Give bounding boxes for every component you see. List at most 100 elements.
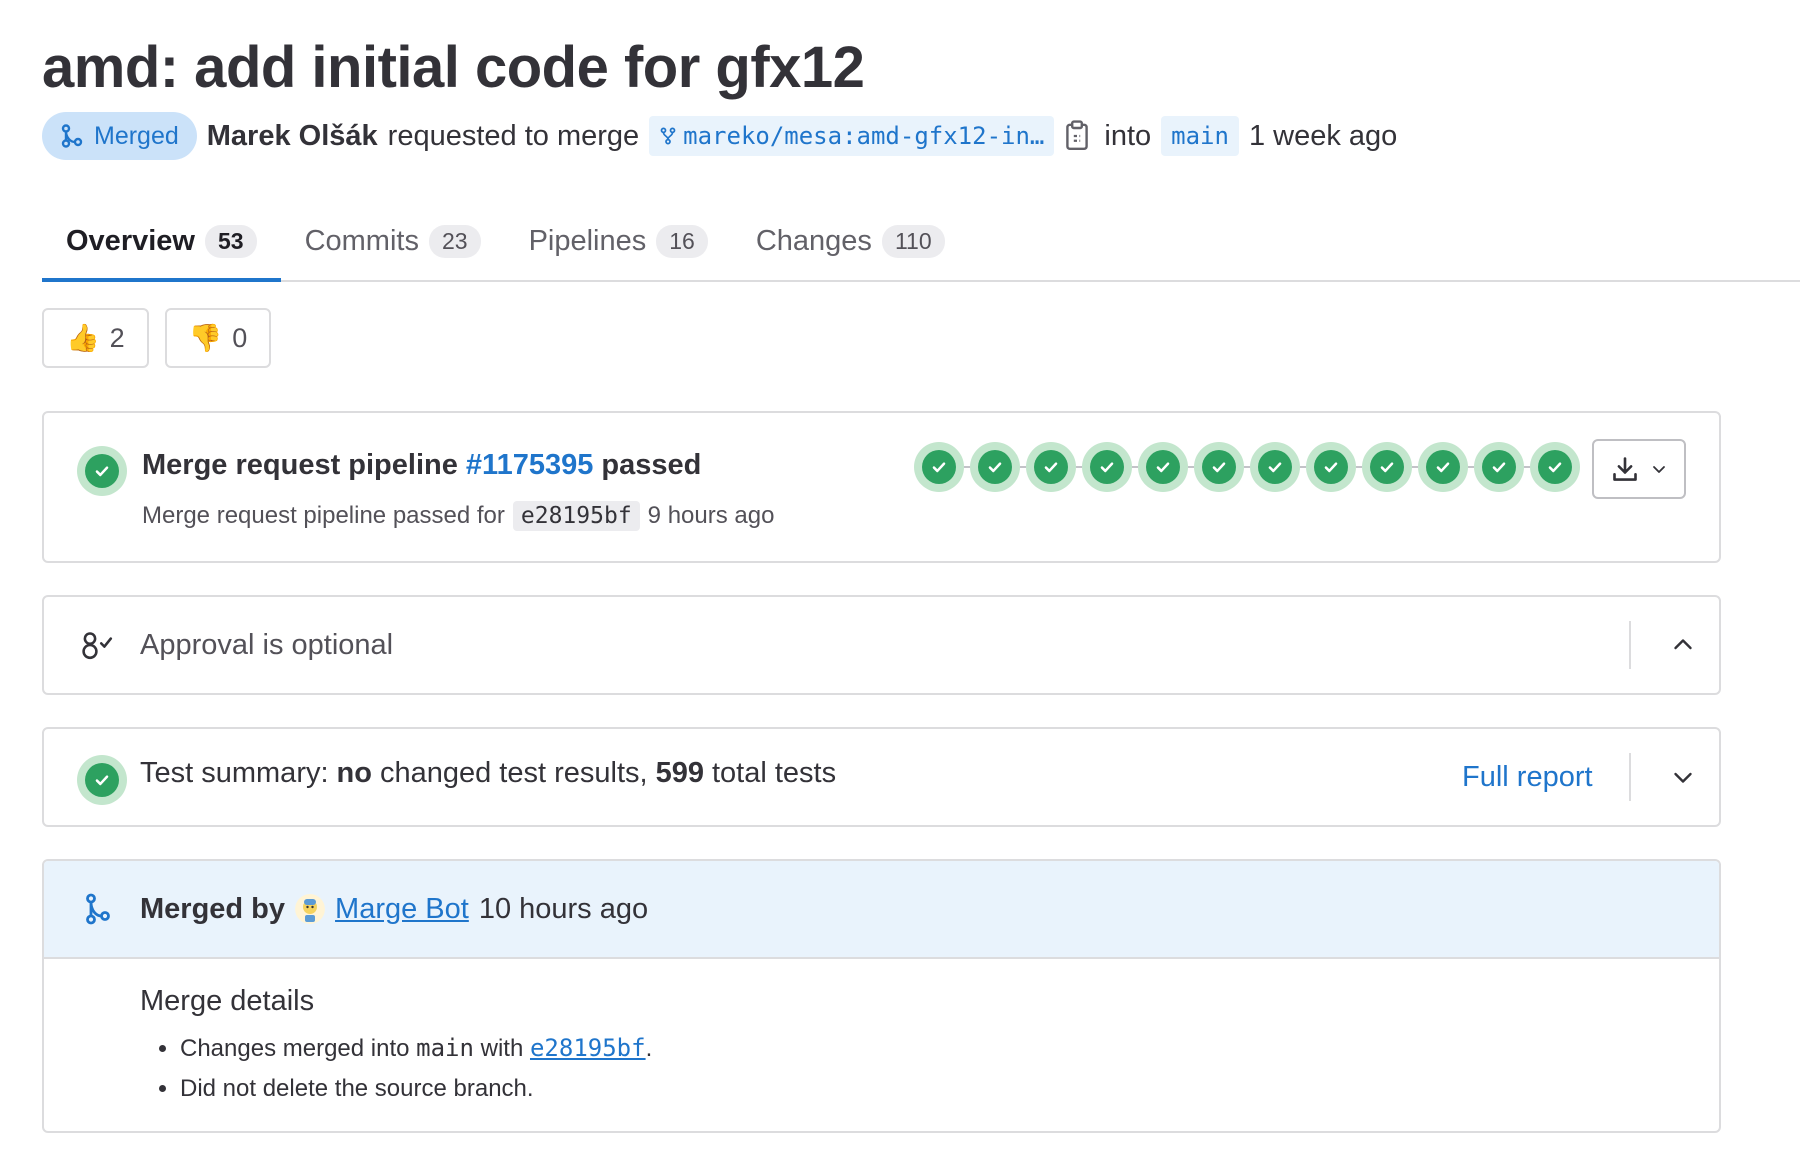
merge-details: Merge details Changes merged into main w…	[140, 985, 652, 1109]
chevron-down-icon	[1653, 466, 1665, 473]
pipeline-status-text: passed	[601, 449, 702, 481]
pipeline-stage-status[interactable]	[1194, 442, 1244, 492]
tab-commits[interactable]: Commits 23	[281, 204, 505, 278]
status-label: Merged	[94, 121, 179, 150]
status-badge: Merged	[42, 112, 197, 160]
clipboard-icon	[1066, 120, 1089, 150]
merged-header: Merged by Marge Bot 10 hours ago	[44, 861, 1719, 959]
source-branch-label: mareko/mesa:amd-gfx12-in…	[683, 122, 1045, 150]
check-icon	[1268, 462, 1282, 473]
tab-label: Pipelines	[528, 224, 647, 257]
avatar[interactable]	[295, 894, 326, 924]
detail-target-branch: main	[416, 1034, 474, 1062]
check-icon	[1324, 462, 1338, 473]
expand-button[interactable]	[1657, 751, 1709, 803]
thumbs-down-count: 0	[232, 322, 248, 353]
pipeline-id-link[interactable]: #1175395	[466, 449, 593, 481]
tab-label: Overview	[66, 224, 195, 257]
mr-time: 1 week ago	[1248, 119, 1398, 152]
merge-details-list: Changes merged into main with e28195bf. …	[140, 1028, 652, 1109]
approval-user-icon	[82, 632, 113, 660]
mr-meta: Merged Marek Olšák requested to merge ma…	[42, 112, 1397, 160]
full-report-link[interactable]: Full report	[1462, 729, 1593, 825]
test-summary-suffix: total tests	[711, 756, 837, 789]
source-branch[interactable]: mareko/mesa:amd-gfx12-in…	[649, 116, 1055, 156]
detail-line1-end: .	[645, 1035, 653, 1062]
artifacts-download-button[interactable]	[1592, 439, 1686, 499]
check-icon	[95, 466, 109, 477]
test-summary-widget: Test summary: no changed test results, 5…	[42, 727, 1721, 827]
mr-tabs: Overview 53 Commits 23 Pipelines 16 Chan…	[42, 204, 1800, 282]
pipeline-stage-status[interactable]	[1418, 442, 1468, 492]
test-summary-prefix: Test summary:	[140, 756, 329, 789]
pipeline-subtitle: Merge request pipeline passed for e28195…	[142, 501, 774, 531]
pipeline-stage-status[interactable]	[1306, 442, 1356, 492]
check-icon	[1492, 462, 1506, 473]
pipeline-stage-status[interactable]	[1082, 442, 1132, 492]
into-text: into	[1104, 119, 1152, 152]
pipeline-stage-status[interactable]	[1362, 442, 1412, 492]
copy-branch-button[interactable]	[1064, 118, 1094, 154]
tab-overview[interactable]: Overview 53	[42, 204, 281, 282]
pipeline-stage-status[interactable]	[1530, 442, 1580, 492]
tab-count: 53	[204, 224, 257, 258]
test-total-count: 599	[655, 756, 704, 789]
check-icon	[1044, 462, 1058, 473]
check-icon	[1212, 462, 1226, 473]
download-icon	[1613, 457, 1637, 481]
check-icon	[1100, 462, 1114, 473]
thumbs-up-count: 2	[109, 322, 125, 353]
merged-commit-link[interactable]: e28195bf	[530, 1034, 646, 1062]
check-icon	[95, 775, 109, 786]
detail-line1-with: with	[480, 1035, 524, 1062]
merged-widget: Merged by Marge Bot 10 hours ago Merge d…	[42, 859, 1721, 1133]
check-icon	[988, 462, 1002, 473]
tab-pipelines[interactable]: Pipelines 16	[505, 204, 732, 278]
test-changed-count: no	[336, 756, 372, 789]
pipeline-time: 9 hours ago	[647, 502, 775, 529]
thumbs-down-button[interactable]: 👎 0	[164, 308, 272, 368]
merge-request-page: amd: add initial code for gfx12 Merged M…	[0, 0, 1800, 1150]
pipeline-stage-status[interactable]	[914, 442, 964, 492]
check-icon	[1380, 462, 1394, 473]
merged-time: 10 hours ago	[478, 892, 649, 925]
approval-widget: Approval is optional	[42, 595, 1721, 695]
tab-label: Commits	[304, 224, 419, 257]
check-icon	[1548, 462, 1562, 473]
list-item: Changes merged into main with e28195bf.	[180, 1028, 652, 1069]
detail-line2: Did not delete the source branch.	[180, 1075, 534, 1102]
pipeline-stages	[914, 442, 1580, 492]
merge-icon	[86, 893, 110, 925]
tab-count: 110	[881, 224, 945, 258]
check-icon	[1156, 462, 1170, 473]
pipeline-subtitle-text: Merge request pipeline passed for	[142, 502, 505, 529]
pipeline-stage-status[interactable]	[1026, 442, 1076, 492]
thumbs-up-icon: 👍	[66, 323, 100, 353]
test-status-icon	[77, 755, 127, 805]
collapse-button[interactable]	[1657, 619, 1709, 671]
pipeline-widget: Merge request pipeline #1175395 passed M…	[42, 411, 1721, 563]
test-summary-middle: changed test results,	[379, 756, 648, 789]
list-item: Did not delete the source branch.	[180, 1069, 652, 1109]
pipeline-stage-status[interactable]	[1250, 442, 1300, 492]
pipeline-stage-status[interactable]	[1474, 442, 1524, 492]
thumbs-up-button[interactable]: 👍 2	[42, 308, 149, 368]
reactions: 👍 2 👎 0	[42, 308, 272, 368]
requested-text: requested to merge	[387, 119, 640, 152]
merged-by-user-link[interactable]: Marge Bot	[335, 893, 469, 926]
test-summary-text: Test summary: no changed test results, 5…	[140, 725, 836, 821]
merged-by-label: Merged by	[140, 892, 286, 925]
target-branch[interactable]: main	[1161, 116, 1239, 156]
check-icon	[1436, 462, 1450, 473]
pipeline-stage-status[interactable]	[970, 442, 1020, 492]
detail-line1-prefix: Changes merged into	[180, 1035, 410, 1062]
check-icon	[932, 462, 946, 473]
approval-text: Approval is optional	[140, 628, 394, 661]
tab-changes[interactable]: Changes 110	[732, 204, 969, 278]
pipeline-status-icon[interactable]	[77, 446, 127, 496]
author-name[interactable]: Marek Olšák	[207, 120, 378, 153]
thumbs-down-icon: 👎	[188, 323, 223, 353]
pipeline-stage-status[interactable]	[1138, 442, 1188, 492]
commit-sha[interactable]: e28195bf	[512, 501, 640, 531]
divider	[1629, 621, 1631, 669]
